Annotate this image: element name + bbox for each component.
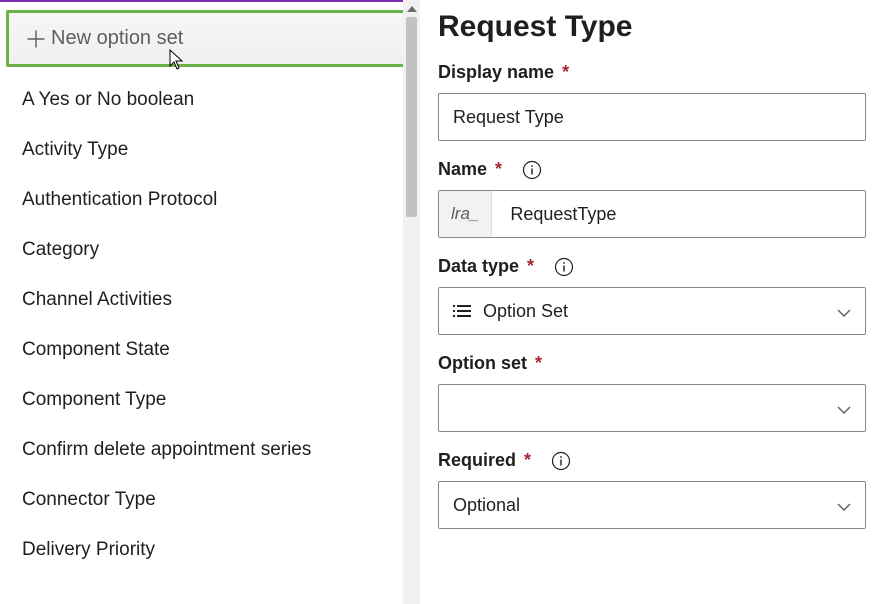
name-prefix: lra_ [439,191,492,237]
new-option-set-button[interactable]: New option set [6,10,414,67]
chevron-down-icon [837,301,851,322]
scrollbar[interactable] [403,0,420,604]
required-group: Required * Optional [438,450,866,529]
required-label: Required * [438,450,866,471]
field-properties-panel: Request Type Display name * Request Type… [420,0,886,604]
list-item[interactable]: Channel Activities [0,275,420,325]
option-set-list: A Yes or No boolean Activity Type Authen… [0,75,420,575]
info-icon[interactable] [522,160,542,180]
option-set-group: Option set * [438,353,866,432]
info-icon[interactable] [554,257,574,277]
required-asterisk: * [495,159,502,180]
page-title: Request Type [438,10,866,44]
name-value: RequestType [492,204,634,225]
option-set-icon [453,304,471,318]
list-item[interactable]: Connector Type [0,475,420,525]
chevron-down-icon [837,398,851,419]
new-option-set-label: New option set [51,27,183,50]
chevron-down-icon [837,495,851,516]
info-icon[interactable] [551,451,571,471]
scroll-up-arrow-icon[interactable] [403,0,420,17]
cursor-icon [167,49,185,71]
display-name-label: Display name * [438,62,866,83]
list-item[interactable]: Delivery Priority [0,525,420,575]
required-asterisk: * [562,62,569,83]
list-item[interactable]: A Yes or No boolean [0,75,420,125]
list-item[interactable]: Confirm delete appointment series [0,425,420,475]
required-select[interactable]: Optional [438,481,866,529]
list-item[interactable]: Category [0,225,420,275]
display-name-group: Display name * Request Type [438,62,866,141]
data-type-select[interactable]: Option Set [438,287,866,335]
data-type-group: Data type * Option Set [438,256,866,335]
required-asterisk: * [524,450,531,471]
option-set-sidebar: New option set A Yes or No boolean Activ… [0,0,420,604]
name-group: Name * lra_ RequestType [438,159,866,238]
scrollbar-thumb[interactable] [406,17,417,217]
name-label: Name * [438,159,866,180]
list-item[interactable]: Activity Type [0,125,420,175]
name-input[interactable]: lra_ RequestType [438,190,866,238]
data-type-label: Data type * [438,256,866,277]
display-name-input[interactable]: Request Type [438,93,866,141]
required-asterisk: * [535,353,542,374]
plus-icon [27,30,45,48]
list-item[interactable]: Component State [0,325,420,375]
list-item[interactable]: Authentication Protocol [0,175,420,225]
required-asterisk: * [527,256,534,277]
option-set-select[interactable] [438,384,866,432]
option-set-label: Option set * [438,353,866,374]
list-item[interactable]: Component Type [0,375,420,425]
